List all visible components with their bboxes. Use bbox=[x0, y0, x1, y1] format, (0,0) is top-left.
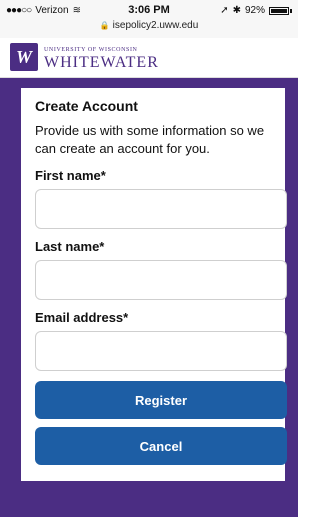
form-description: Provide us with some information so we c… bbox=[35, 123, 265, 156]
bluetooth-icon: ✱ bbox=[232, 5, 241, 16]
status-bar: ●●●○○ Verizon ≋ 3:06 PM ➚ ✱ 92% 🔒 isepoli… bbox=[0, 0, 298, 38]
email-input[interactable] bbox=[35, 331, 287, 371]
form-content: Create Account Provide us with some info… bbox=[35, 98, 287, 473]
battery-percent: 92% bbox=[244, 5, 265, 16]
header-logo-bar: W UNIVERSITY OF WISCONSIN WHITEWATER bbox=[0, 38, 298, 78]
last-name-label: Last name* bbox=[35, 239, 105, 254]
status-right: ➚ ✱ 92% bbox=[220, 5, 292, 16]
battery-icon bbox=[269, 6, 289, 15]
location-icon: ➚ bbox=[220, 5, 229, 16]
email-label: Email address* bbox=[35, 310, 129, 325]
logo-big-text: WHITEWATER bbox=[44, 54, 159, 71]
form-title: Create Account bbox=[35, 98, 138, 114]
first-name-label: First name* bbox=[35, 168, 106, 183]
first-name-input[interactable] bbox=[35, 189, 287, 229]
last-name-input[interactable] bbox=[35, 260, 287, 300]
address-bar[interactable]: 🔒 isepolicy2.uww.edu bbox=[0, 20, 298, 31]
phone-frame: ●●●○○ Verizon ≋ 3:06 PM ➚ ✱ 92% 🔒 isepoli… bbox=[0, 0, 298, 517]
register-button[interactable]: Register bbox=[35, 381, 287, 419]
cancel-button[interactable]: Cancel bbox=[35, 427, 287, 465]
lock-icon: 🔒 bbox=[99, 21, 110, 30]
logo-small-text: UNIVERSITY OF WISCONSIN bbox=[44, 47, 138, 53]
create-account-card: Create Account Provide us with some info… bbox=[21, 88, 287, 481]
url-text: isepolicy2.uww.edu bbox=[112, 20, 199, 31]
battery-tip bbox=[290, 8, 292, 13]
university-logo-mark: W bbox=[10, 43, 38, 71]
